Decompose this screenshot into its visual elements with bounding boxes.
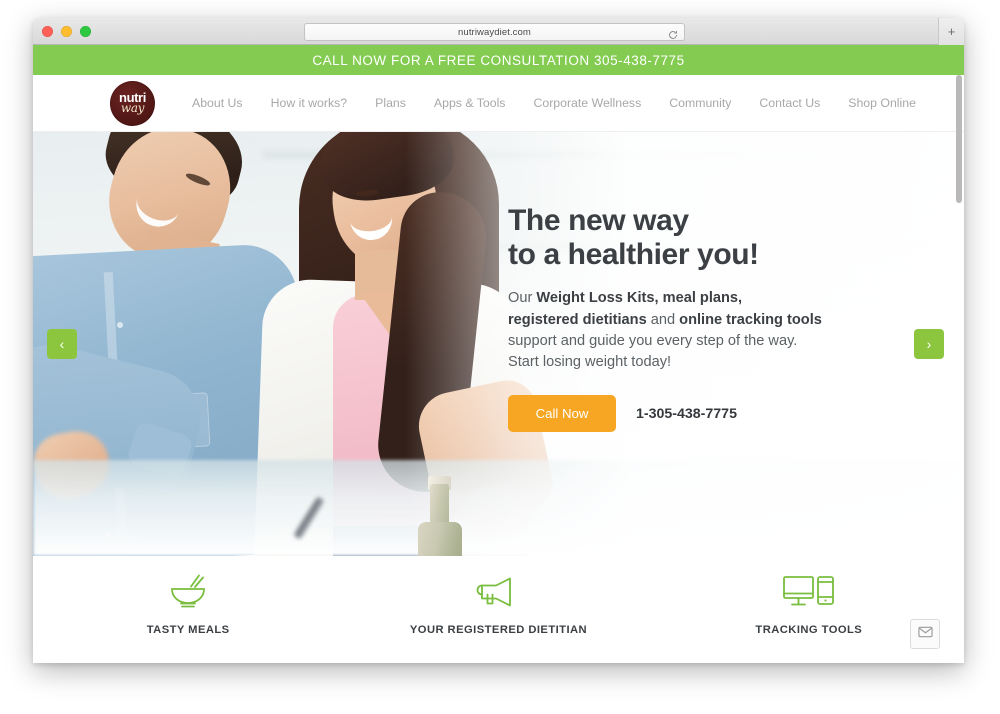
reload-icon[interactable] — [668, 27, 678, 39]
page-viewport: CALL NOW FOR A FREE CONSULTATION 305-438… — [33, 45, 964, 663]
features-section: TASTY MEALS YOUR REGISTERED DIETITIAN TR… — [33, 556, 964, 663]
browser-titlebar: nutriwaydiet.com + — [33, 18, 964, 45]
hero-phone-number[interactable]: 1-305-438-7775 — [636, 406, 737, 422]
window-controls — [42, 26, 91, 37]
desktop-mobile-icon — [781, 570, 837, 614]
hero-paragraph-bold-tracking: online tracking tools — [679, 311, 822, 328]
new-tab-button[interactable]: + — [938, 18, 964, 45]
hero-paragraph-bold-kits: Weight Loss Kits, meal plans, — [536, 290, 743, 307]
feature-label: TASTY MEALS — [146, 624, 230, 636]
nav-item-corporate-wellness[interactable]: Corporate Wellness — [519, 96, 655, 110]
hero-paragraph-line-3: support and guide you every step of the … — [508, 332, 798, 349]
nav-item-plans[interactable]: Plans — [361, 96, 420, 110]
nav-item-shop-online[interactable]: Shop Online — [834, 96, 930, 110]
bowl-chopsticks-icon — [166, 570, 210, 614]
address-bar[interactable]: nutriwaydiet.com — [304, 23, 685, 41]
page-scrollbar[interactable] — [956, 75, 962, 663]
address-bar-url: nutriwaydiet.com — [458, 26, 531, 38]
nav-item-about-us[interactable]: About Us — [178, 96, 257, 110]
carousel-next-button[interactable]: › — [914, 329, 944, 359]
feature-tracking-tools[interactable]: TRACKING TOOLS — [654, 570, 964, 663]
hero-paragraph: Our Weight Loss Kits, meal plans, regist… — [508, 288, 908, 373]
feature-label: YOUR REGISTERED DIETITIAN — [409, 624, 588, 636]
zoom-window-button[interactable] — [80, 26, 91, 37]
hero-actions: Call Now 1-305-438-7775 — [508, 395, 908, 432]
logo-line-2: way — [120, 101, 145, 115]
page-scrollbar-thumb[interactable] — [956, 75, 962, 203]
megaphone-icon — [476, 570, 520, 614]
hero-paragraph-bold-dietitians: registered dietitians — [508, 311, 647, 328]
envelope-icon — [917, 625, 933, 643]
hero-paragraph-line-4: Start losing weight today! — [508, 353, 672, 370]
close-window-button[interactable] — [42, 26, 53, 37]
top-call-banner-text: CALL NOW FOR A FREE CONSULTATION 305-438… — [312, 52, 685, 68]
minimize-window-button[interactable] — [61, 26, 72, 37]
site-header: nutri way About Us How it works? Plans A… — [33, 75, 964, 132]
carousel-prev-button[interactable]: ‹ — [47, 329, 77, 359]
email-contact-widget[interactable] — [910, 619, 940, 649]
browser-window: nutriwaydiet.com + CALL NOW FOR A FREE C… — [33, 18, 964, 663]
chevron-right-icon: › — [926, 336, 932, 352]
hero-heading-line-2: to a healthier you! — [508, 238, 759, 272]
feature-tasty-meals[interactable]: TASTY MEALS — [33, 570, 343, 663]
hero-heading: The new way to a healthier you! — [508, 204, 908, 272]
nav-item-apps-and-tools[interactable]: Apps & Tools — [420, 96, 520, 110]
nav-item-community[interactable]: Community — [655, 96, 745, 110]
chevron-left-icon: ‹ — [59, 336, 65, 352]
nav-item-how-it-works[interactable]: How it works? — [257, 96, 362, 110]
top-call-banner: CALL NOW FOR A FREE CONSULTATION 305-438… — [33, 45, 964, 75]
hero-paragraph-and: and — [646, 311, 680, 328]
site-logo[interactable]: nutri way — [110, 80, 155, 126]
nav-item-contact-us[interactable]: Contact Us — [745, 96, 834, 110]
feature-registered-dietitian[interactable]: YOUR REGISTERED DIETITIAN — [343, 570, 653, 663]
main-navigation: About Us How it works? Plans Apps & Tool… — [178, 96, 930, 110]
call-now-button[interactable]: Call Now — [508, 395, 616, 432]
feature-label: TRACKING TOOLS — [755, 624, 863, 636]
hero-carousel: The new way to a healthier you! Our Weig… — [33, 132, 964, 556]
hero-copy: The new way to a healthier you! Our Weig… — [508, 204, 908, 432]
hero-heading-line-1: The new way — [508, 204, 689, 237]
new-tab-label: + — [947, 24, 956, 39]
hero-paragraph-intro: Our — [508, 290, 537, 307]
